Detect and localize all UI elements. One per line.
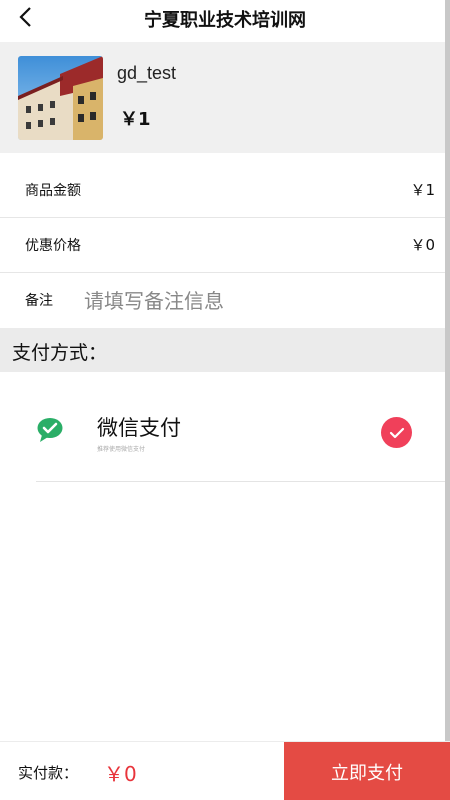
remark-input[interactable] <box>84 285 414 317</box>
goods-amount-value: ￥1 <box>410 181 435 199</box>
goods-amount-label: 商品金额 <box>25 183 81 199</box>
payment-method-name: 微信支付 <box>97 416 181 440</box>
discount-row: 优惠价格 ￥0 <box>0 218 450 273</box>
discount-value: ￥0 <box>410 236 435 254</box>
wechat-icon <box>37 418 63 442</box>
divider <box>36 481 450 482</box>
header-bar: 宁夏职业技术培训网 <box>0 0 450 42</box>
product-image <box>18 56 103 140</box>
payment-section-title: 支付方式： <box>12 342 108 364</box>
actual-payment-value: ￥0 <box>104 762 137 786</box>
payment-section-header: 支付方式： <box>0 328 450 372</box>
remark-row: 备注 <box>0 273 450 328</box>
product-card: gd_test ￥1 <box>0 42 450 153</box>
scrollbar[interactable] <box>445 0 450 800</box>
goods-amount-row: 商品金额 ￥1 <box>0 163 450 218</box>
product-name: gd_test <box>117 63 177 83</box>
actual-payment-label: 实付款： <box>18 764 79 782</box>
payment-method-desc: 推荐使用微信支付 <box>97 446 146 453</box>
product-price: ￥1 <box>120 109 151 130</box>
page-title: 宁夏职业技术培训网 <box>144 10 306 31</box>
remark-label: 备注 <box>25 293 53 309</box>
discount-label: 优惠价格 <box>25 238 81 254</box>
selected-check-icon[interactable] <box>381 417 412 448</box>
bottom-bar: 实付款： ￥0 立即支付 <box>0 741 450 800</box>
pay-now-button[interactable]: 立即支付 <box>284 742 450 800</box>
payment-option-wechat[interactable]: 微信支付 推荐使用微信支付 <box>0 372 450 482</box>
